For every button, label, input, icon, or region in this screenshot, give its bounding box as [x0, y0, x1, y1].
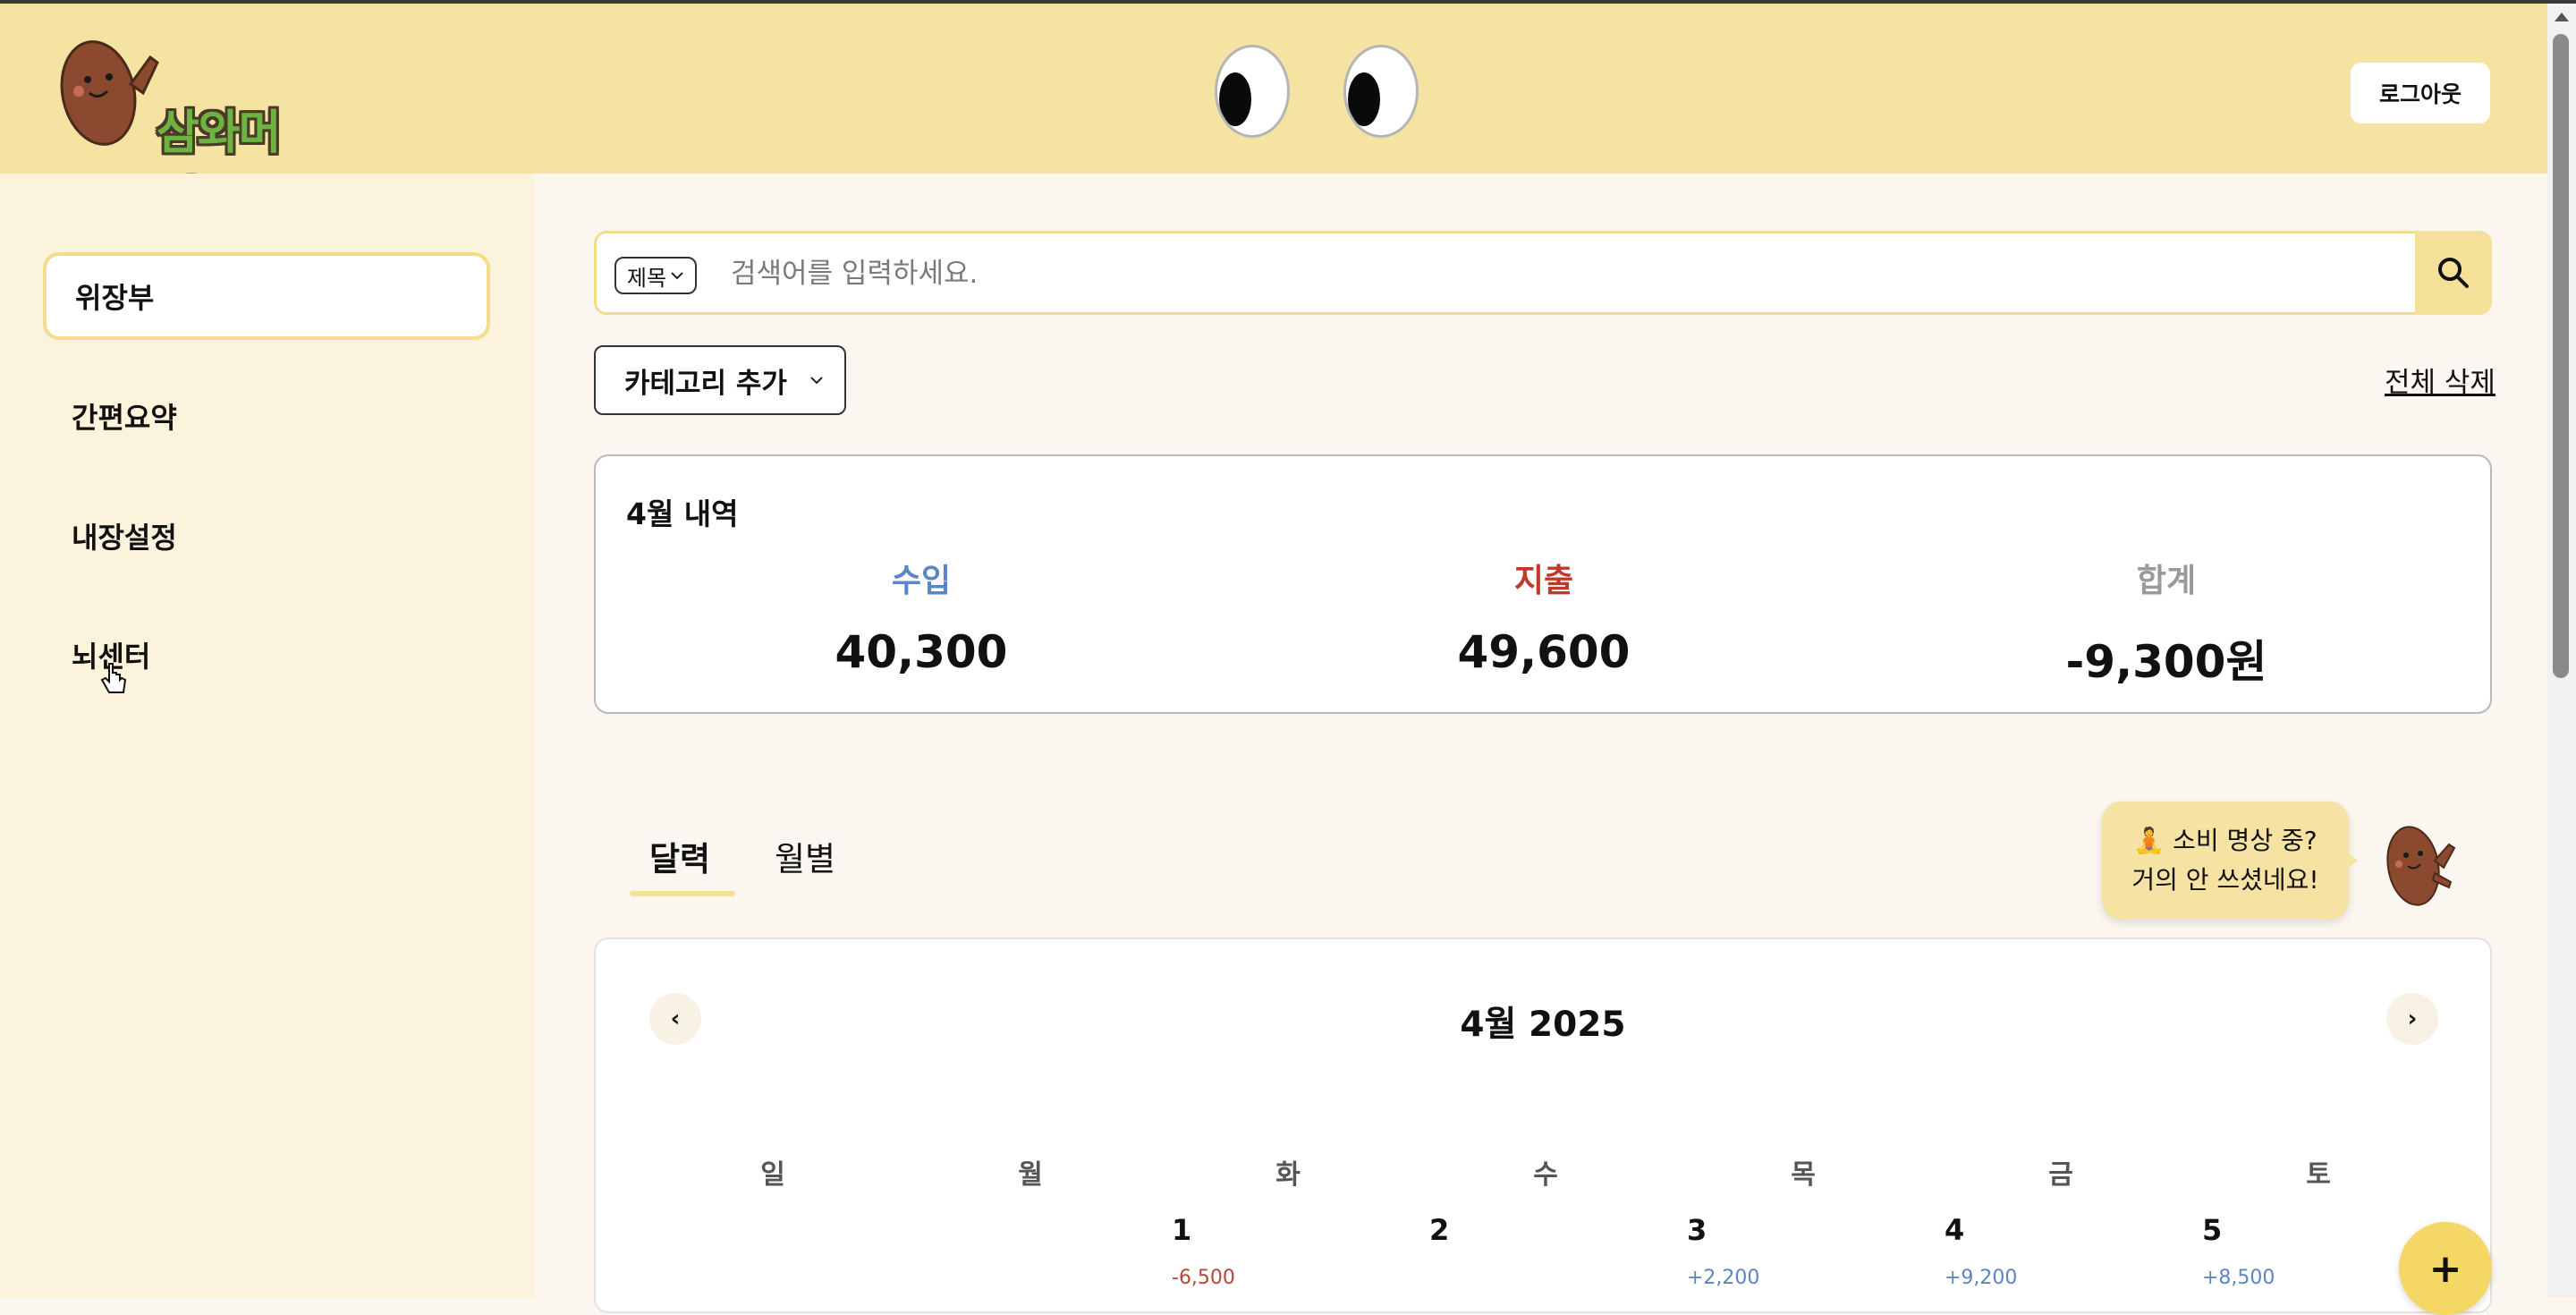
mascot-speech-bubble: 🧘 소비 명상 중? 거의 안 쓰셨네요!: [2102, 802, 2349, 920]
calendar-title: 4월 2025: [1460, 1005, 1626, 1045]
income-summary: 수입 40,300: [742, 555, 1100, 678]
weekday-fri: 금: [2048, 1159, 2073, 1191]
bubble-tail: [2343, 850, 2358, 871]
monthly-summary-card: 4월 내역 수입 40,300 지출 49,600 합계 -9,300원: [594, 454, 2492, 714]
scroll-up-arrow-icon[interactable]: [2555, 13, 2569, 21]
category-add-select[interactable]: 카테고리 추가: [594, 345, 846, 415]
search-field-select[interactable]: 제목: [614, 257, 697, 294]
weekday-sun: 일: [760, 1159, 785, 1191]
right-eye-icon: [1343, 45, 1419, 138]
left-pupil: [1219, 72, 1251, 126]
total-value: -9,300원: [2065, 636, 2267, 688]
bubble-line-2: 거의 안 쓰셨네요!: [2131, 865, 2319, 895]
sidebar-item-settings[interactable]: 내장설정: [43, 492, 490, 580]
chevron-down-icon: [810, 377, 823, 385]
tab-monthly[interactable]: 월별: [775, 832, 835, 880]
app-header: 삼와머니 로그아웃: [0, 4, 2547, 227]
expense-summary: 지출 49,600: [1365, 555, 1723, 678]
day-amount: +9,200: [1945, 1267, 2018, 1289]
weekday-tue: 화: [1275, 1159, 1301, 1191]
active-tab-indicator: [630, 891, 735, 896]
search-input[interactable]: [729, 248, 2343, 300]
search-button[interactable]: [2415, 231, 2492, 315]
sidebar-item-label: 간편요약: [72, 401, 177, 435]
sidebar-item-wijangbu[interactable]: 위장부: [43, 252, 490, 340]
next-month-button[interactable]: ›: [2386, 993, 2438, 1045]
calendar-day[interactable]: 2: [1429, 1213, 1449, 1247]
weekday-mon: 월: [1018, 1159, 1043, 1191]
add-entry-button[interactable]: +: [2399, 1222, 2492, 1315]
day-amount: +8,500: [2202, 1267, 2275, 1289]
calendar-panel: ‹ 4월 2025 › 일 월 화 수 목 금 토 1 -6,500 2 3 +…: [594, 937, 2492, 1313]
vertical-scrollbar[interactable]: [2547, 4, 2576, 1297]
expense-value: 49,600: [1457, 626, 1631, 678]
income-value: 40,300: [835, 626, 1008, 678]
weekday-thu: 목: [1791, 1159, 1816, 1191]
weekday-wed: 수: [1533, 1159, 1558, 1191]
potato-mascot-icon: [60, 40, 159, 146]
total-label: 합계: [2136, 563, 2197, 599]
logout-button[interactable]: 로그아웃: [2351, 63, 2490, 123]
logo[interactable]: 삼와머니: [54, 30, 286, 227]
calendar-day[interactable]: 4: [1945, 1213, 1964, 1247]
left-eye-icon: [1215, 45, 1290, 138]
sidebar-item-label: 위장부: [75, 281, 155, 315]
weekday-sat: 토: [2306, 1159, 2331, 1191]
search-icon: [2438, 258, 2469, 288]
category-add-label: 카테고리 추가: [624, 367, 787, 400]
scrollbar-thumb[interactable]: [2553, 34, 2569, 678]
sidebar-item-label: 내장설정: [72, 521, 177, 555]
day-amount: -6,500: [1172, 1267, 1235, 1289]
calendar-day[interactable]: 1: [1172, 1213, 1191, 1247]
hand-cursor-icon: [98, 660, 131, 708]
delete-all-link[interactable]: 전체 삭제: [2385, 360, 2496, 400]
sidebar-item-summary[interactable]: 간편요약: [43, 372, 490, 460]
expense-label: 지출: [1513, 563, 1574, 599]
calendar-day[interactable]: 3: [1687, 1213, 1707, 1247]
right-pupil: [1348, 72, 1380, 126]
search-bar: 제목: [594, 231, 2492, 315]
search-field-option: 제목: [626, 265, 667, 291]
chevron-down-icon: [671, 272, 683, 280]
tab-calendar[interactable]: 달력: [649, 832, 710, 880]
day-amount: +2,200: [1687, 1267, 1760, 1289]
potato-mascot-icon: [2386, 826, 2456, 906]
summary-title: 4월 내역: [626, 496, 739, 531]
calendar-day[interactable]: 5: [2202, 1213, 2222, 1247]
total-summary: 합계 -9,300원: [1987, 555, 2345, 691]
sidebar: 위장부 간편요약 내장설정 뇌센터: [0, 174, 535, 1297]
bubble-line-1: 🧘 소비 명상 중?: [2133, 826, 2318, 855]
income-label: 수입: [891, 563, 952, 599]
